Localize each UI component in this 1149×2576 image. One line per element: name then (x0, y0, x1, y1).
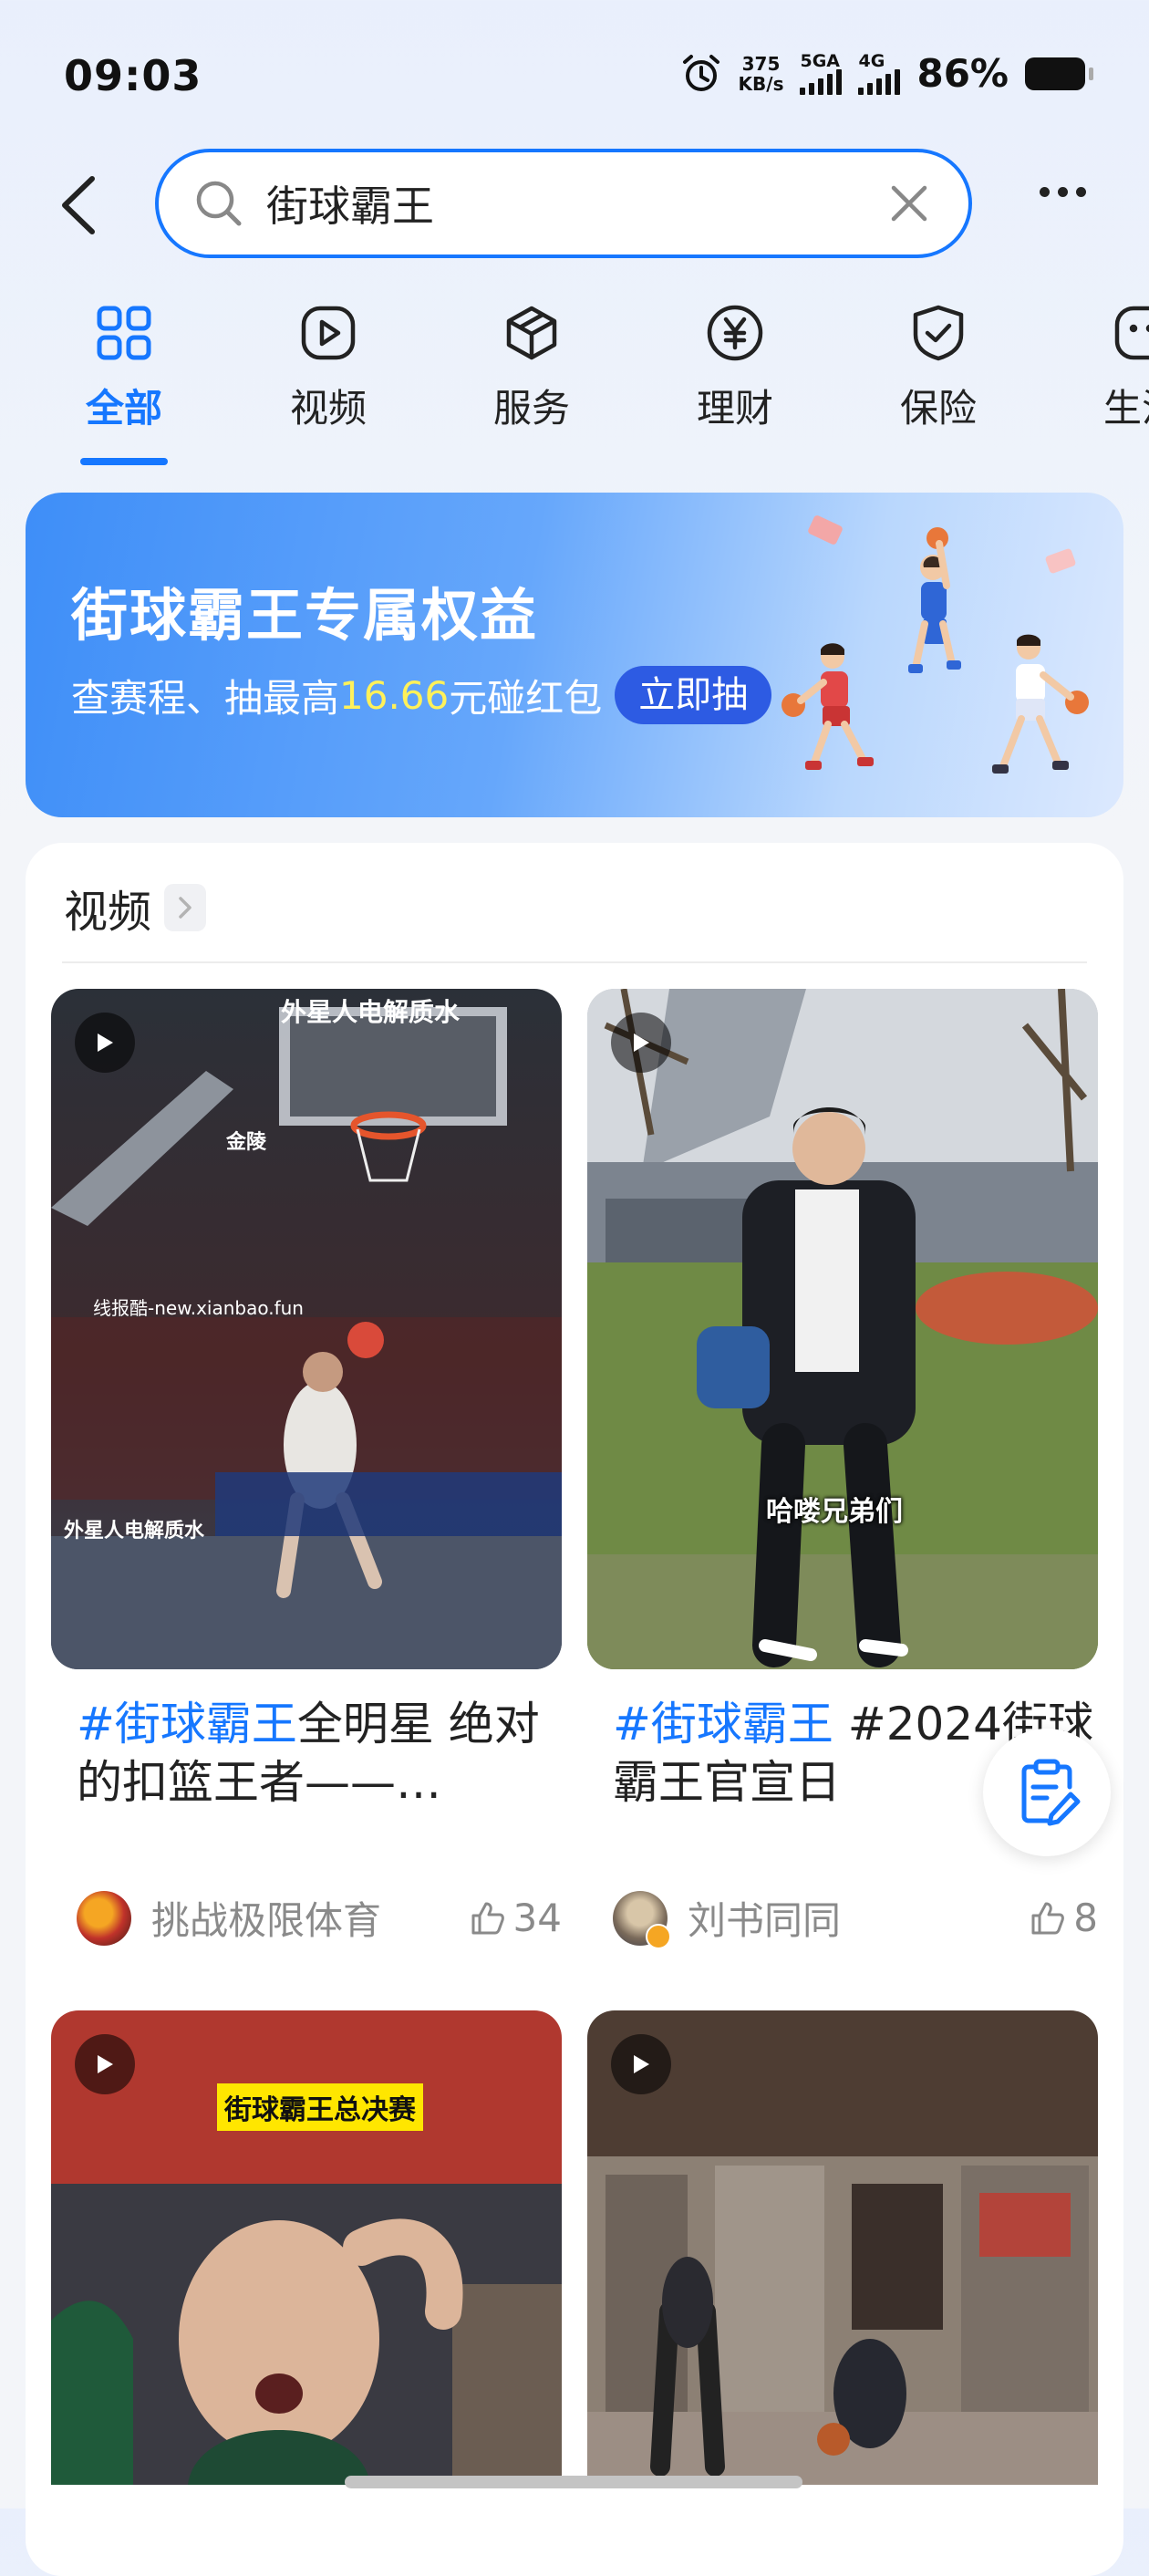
search-bar[interactable] (155, 149, 972, 258)
search-icon (196, 181, 242, 226)
video-meta: 刘书同同 8 (613, 1890, 1098, 1949)
grid-icon (92, 301, 156, 365)
claim-now-button[interactable]: 立即抽 (615, 666, 772, 724)
banner-subtitle: 查赛程、抽最高 16.66 元碰红包 立即抽 (71, 666, 772, 724)
face-icon (1110, 301, 1149, 365)
play-icon (611, 1013, 671, 1073)
play-icon (611, 2034, 671, 2094)
tab-all[interactable]: 全部 (51, 301, 197, 433)
thumb-up-icon (1031, 1902, 1065, 1934)
video-section: 视频 外星人电解质水 金陵 线报酷-new.xianbao.fun 外星人电解质… (26, 843, 1123, 2576)
back-button[interactable] (46, 164, 109, 246)
video-section-header[interactable]: 视频 (64, 876, 207, 940)
video-meta: 挑战极限体育 34 (77, 1890, 562, 1946)
search-input[interactable] (264, 178, 852, 229)
section-title: 视频 (64, 887, 152, 938)
avatar[interactable] (613, 1890, 671, 1949)
thumbnail-caption: 街球霸王总决赛 (217, 2083, 423, 2131)
status-time: 09:03 (64, 51, 202, 100)
dot-icon (1040, 187, 1050, 197)
banner-title: 街球霸王专属权益 (71, 582, 539, 649)
status-icons: 375 KB/s 5GA 4G 86% (680, 51, 1093, 96)
thumbnail-image (587, 989, 1098, 1669)
divider (62, 961, 1087, 963)
cube-icon (500, 301, 564, 365)
watermark-text: 线报酷-new.xianbao.fun (93, 1297, 304, 1319)
signal-sim2: 4G (858, 52, 901, 95)
home-indicator[interactable] (345, 2476, 802, 2488)
battery-icon (1025, 57, 1093, 90)
chevron-right-icon[interactable] (164, 884, 207, 931)
battery-percent: 86% (916, 51, 1009, 96)
feedback-button[interactable] (983, 1729, 1111, 1856)
alarm-icon (682, 54, 719, 91)
category-tabs: 全部 视频 服务 理财 保险 生 (0, 301, 1149, 474)
like-count[interactable]: 34 (470, 1896, 562, 1940)
chevron-left-icon (62, 176, 95, 234)
thumb-up-icon (471, 1902, 504, 1934)
basketball-players-illustration (782, 515, 1089, 774)
dot-icon (1058, 187, 1068, 197)
video-thumbnail[interactable]: 哈喽兄弟们 (587, 989, 1098, 1669)
signal-bars-icon (858, 68, 901, 95)
play-icon (75, 2034, 135, 2094)
tab-finance[interactable]: 理财 (662, 301, 808, 433)
like-count[interactable]: 8 (1030, 1896, 1098, 1940)
thumbnail-sponsor-text: 外星人电解质水 (281, 997, 461, 1027)
video-thumbnail[interactable]: 外星人电解质水 金陵 线报酷-new.xianbao.fun 外星人电解质水 (51, 989, 562, 1669)
play-icon (75, 1013, 135, 1073)
video-thumbnail[interactable]: 街球霸王总决赛 (51, 2010, 562, 2485)
net-speed: 375 KB/s (738, 52, 784, 95)
thumbnail-caption: 哈喽兄弟们 (766, 1496, 903, 1528)
video-title[interactable]: #街球霸王全明星 绝对的扣篮王者——… (77, 1695, 569, 1812)
promo-banner[interactable]: 街球霸王专属权益 查赛程、抽最高 16.66 元碰红包 立即抽 (26, 493, 1123, 817)
tab-insurance[interactable]: 保险 (865, 301, 1011, 433)
verified-badge-icon (646, 1923, 671, 1949)
thumbnail-board-text: 金陵 (226, 1131, 267, 1154)
play-icon (296, 301, 360, 365)
signal-bars-icon (800, 68, 843, 95)
dot-icon (1076, 187, 1086, 197)
shield-check-icon (906, 301, 970, 365)
active-tab-indicator (80, 458, 168, 465)
tab-life[interactable]: 生活 (1069, 301, 1149, 433)
video-thumbnail[interactable] (587, 2010, 1098, 2485)
thumbnail-image (51, 989, 562, 1669)
edit-note-icon (1021, 1759, 1081, 1826)
yen-icon (703, 301, 767, 365)
clear-search-button[interactable] (886, 181, 932, 226)
more-options-button[interactable] (1040, 187, 1086, 197)
tab-service[interactable]: 服务 (459, 301, 605, 433)
author-name[interactable]: 刘书同同 (688, 1890, 841, 1946)
author-name[interactable]: 挑战极限体育 (151, 1890, 381, 1946)
thumbnail-sponsor-text: 外星人电解质水 (64, 1520, 205, 1542)
avatar[interactable] (77, 1890, 131, 1946)
tab-video[interactable]: 视频 (255, 301, 401, 433)
signal-sim1: 5GA (800, 52, 843, 95)
